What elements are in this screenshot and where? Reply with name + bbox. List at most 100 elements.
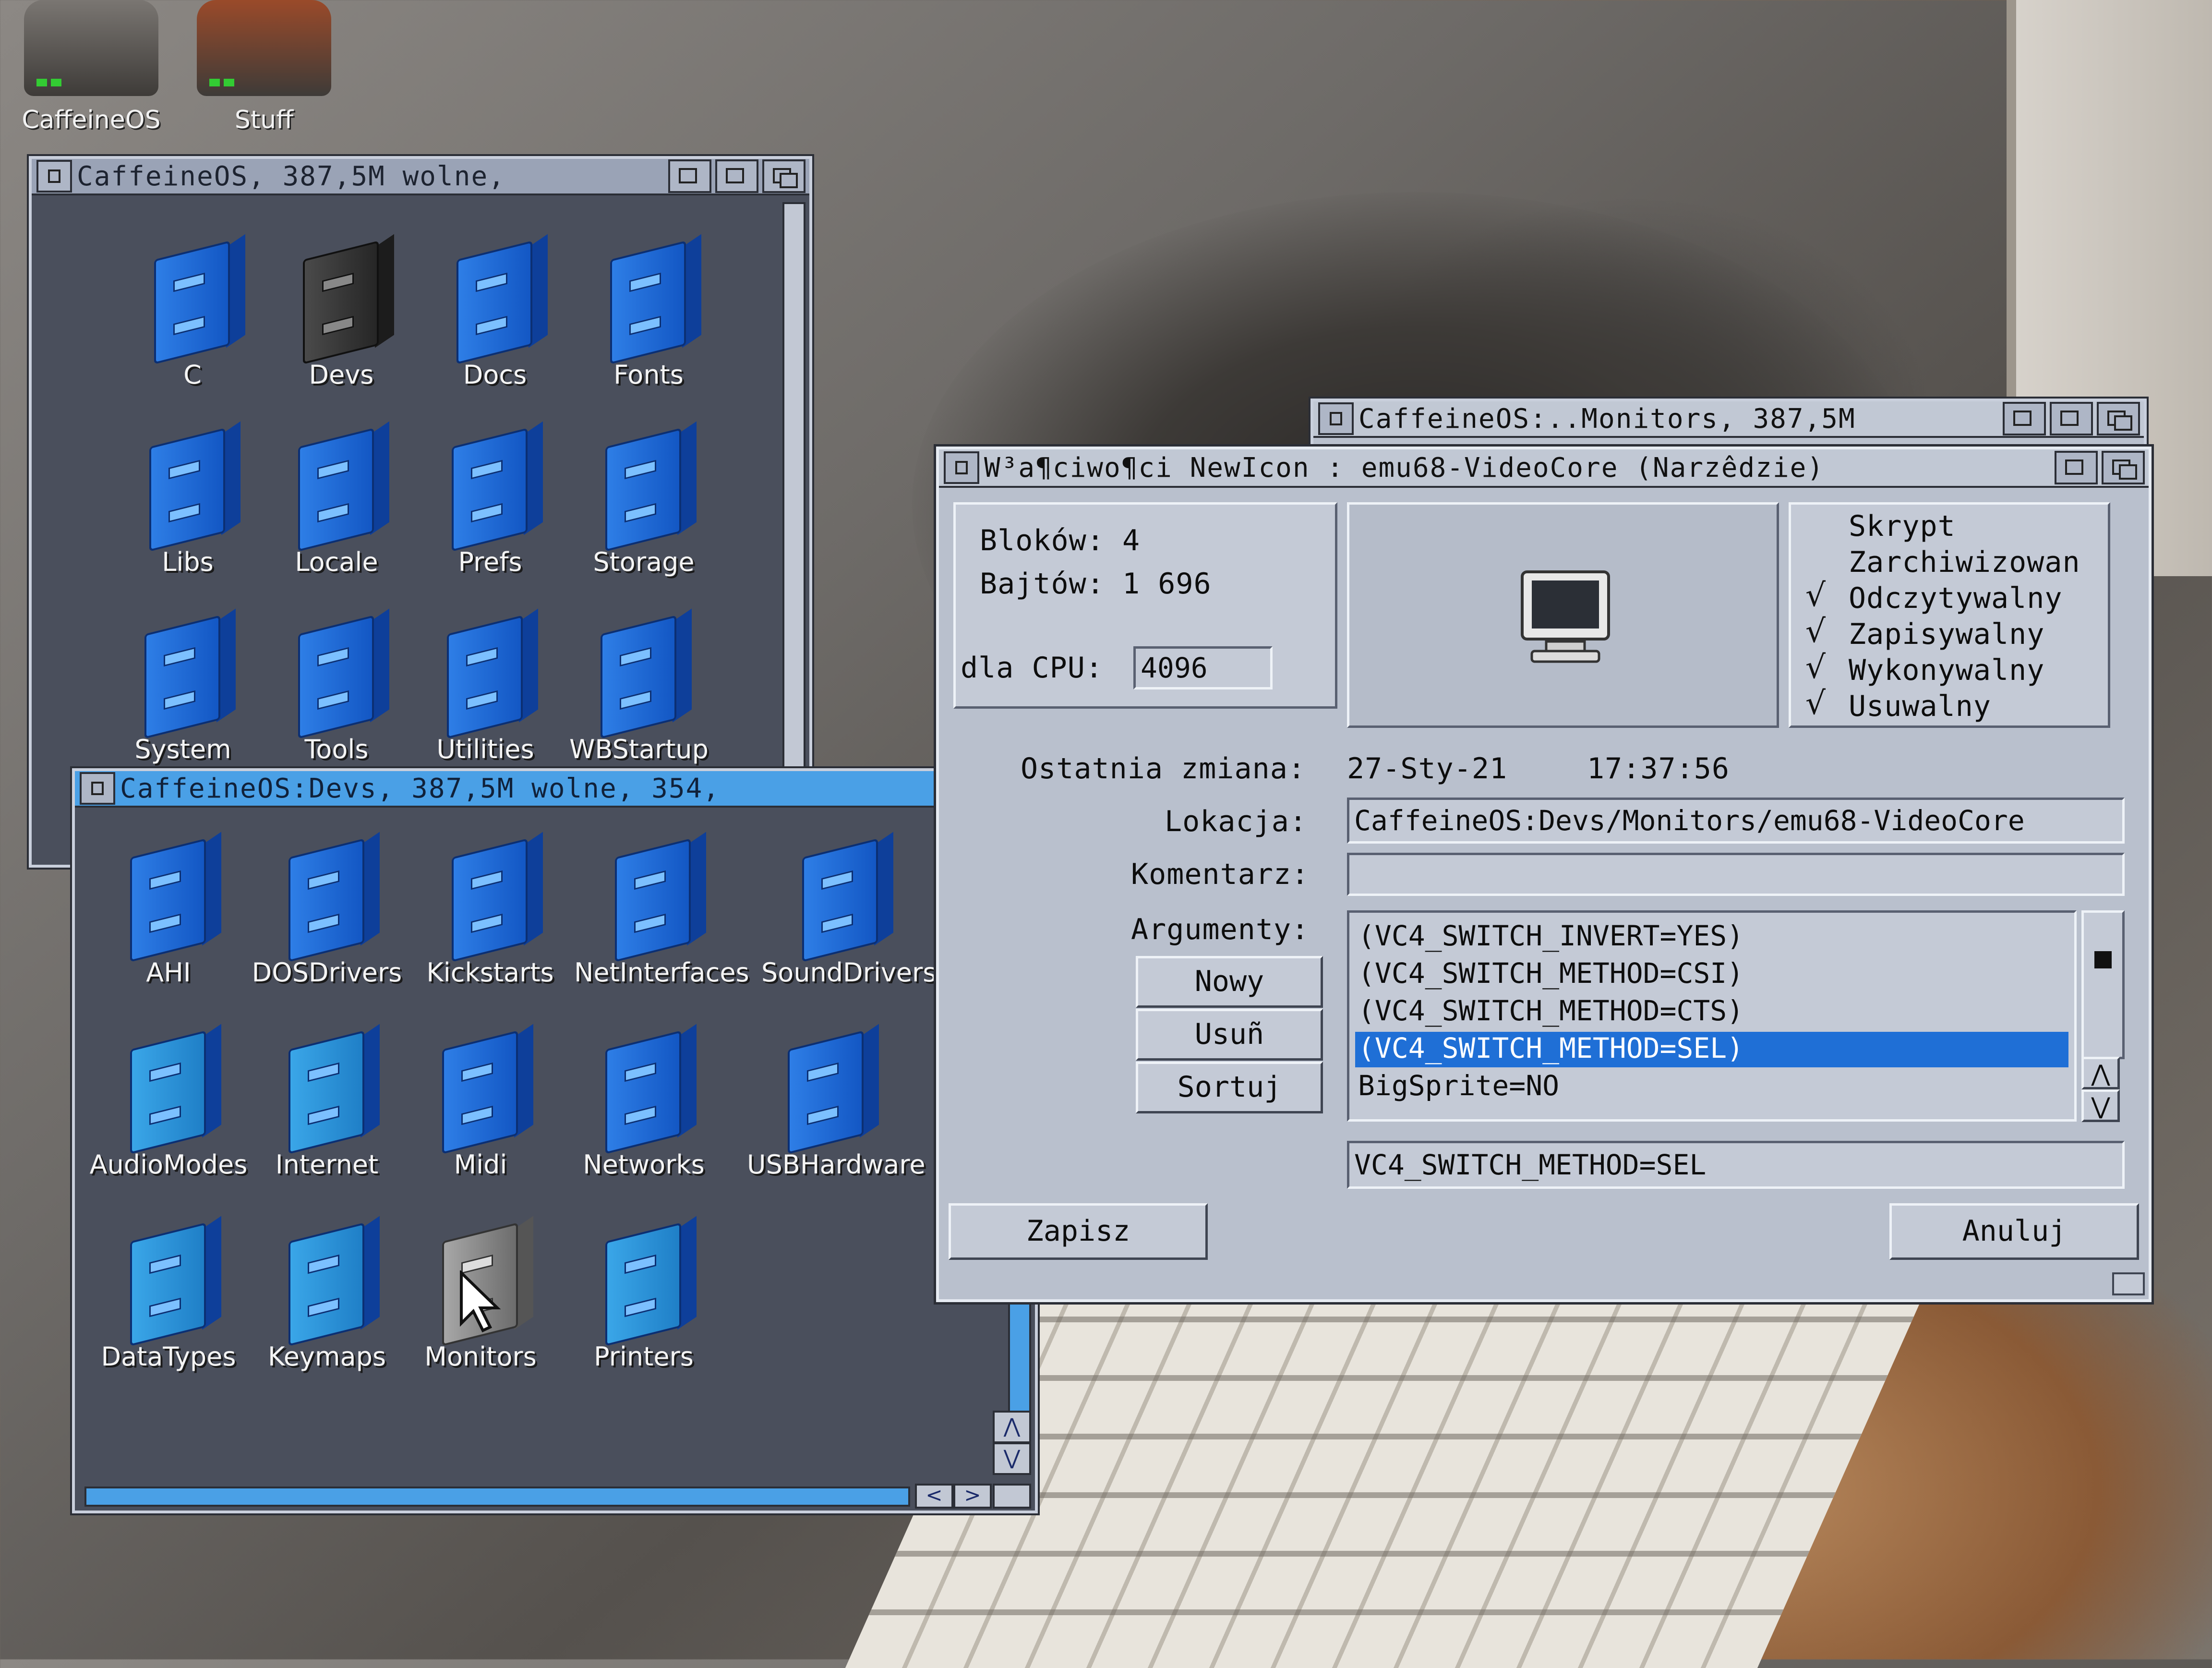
icon-label: Monitors — [424, 1342, 537, 1372]
close-gadget-icon[interactable] — [80, 772, 115, 805]
drawer-icon — [778, 1024, 879, 1154]
cancel-button[interactable]: Anuluj — [1889, 1203, 2139, 1260]
icon-locale[interactable]: Locale — [257, 421, 416, 577]
icon-usbhardware[interactable]: USBHardware — [747, 1024, 926, 1180]
monitor-icon — [1521, 570, 1610, 663]
list-item[interactable]: BigSprite=NO — [1355, 1069, 2068, 1105]
drawer-icon — [289, 608, 389, 739]
list-item-selected[interactable]: (VC4_SWITCH_METHOD=SEL) — [1355, 1032, 2068, 1067]
icon-midi[interactable]: Midi — [401, 1024, 560, 1180]
window-caffeineos-root[interactable]: CaffeineOS, 387,5M wolne, C Devs Docs Fo… — [29, 156, 812, 868]
icon-networks[interactable]: Networks — [565, 1024, 723, 1180]
icon-libs[interactable]: Libs — [108, 421, 267, 577]
window-titlebar[interactable]: CaffeineOS:..Monitors, 387,5M — [1313, 401, 2144, 438]
cpu-label: dla CPU: — [961, 651, 1103, 685]
flag-script[interactable]: Skrypt — [1849, 509, 1956, 543]
icon-label: Devs — [309, 360, 374, 390]
close-gadget-icon[interactable] — [1318, 402, 1354, 435]
iconify-gadget-icon[interactable] — [2003, 402, 2046, 435]
new-argument-button[interactable]: Nowy — [1136, 956, 1323, 1008]
resize-gadget-icon[interactable] — [2112, 1272, 2145, 1295]
flag-readable[interactable]: Odczytywalny — [1849, 581, 2062, 615]
icon-label: Locale — [295, 547, 378, 577]
arguments-list[interactable]: (VC4_SWITCH_INVERT=YES) (VC4_SWITCH_METH… — [1347, 910, 2077, 1122]
sort-arguments-button[interactable]: Sortuj — [1136, 1062, 1323, 1113]
modified-date: 27-Sty-21 — [1347, 752, 1508, 786]
save-button[interactable]: Zapisz — [949, 1203, 1208, 1260]
scroll-right-button[interactable]: > — [953, 1484, 992, 1509]
remove-argument-button[interactable]: Usuñ — [1136, 1009, 1323, 1061]
zoom-gadget-icon[interactable] — [2055, 451, 2098, 484]
icon-system[interactable]: System — [104, 608, 262, 764]
icon-fonts[interactable]: Fonts — [569, 234, 728, 390]
disk-caffeineos[interactable]: CaffeineOS — [19, 0, 163, 134]
icon-kickstarts[interactable]: Kickstarts — [411, 832, 569, 988]
icon-internet[interactable]: Internet — [248, 1024, 406, 1180]
argument-edit-input[interactable]: VC4_SWITCH_METHOD=SEL — [1347, 1141, 2125, 1189]
list-scroll-up-button[interactable]: ⋀ — [2081, 1057, 2120, 1089]
icon-label: System — [134, 734, 231, 764]
dialog-titlebar[interactable]: W³a¶ciwo¶ci NewIcon : emu68-VideoCore (N… — [939, 449, 2149, 488]
icon-label: WBStartup — [569, 734, 709, 764]
window-titlebar[interactable]: CaffeineOS:Devs, 387,5M wolne, 354, — [75, 771, 1035, 808]
flag-deletable[interactable]: Usuwalny — [1849, 689, 1991, 723]
window-devs[interactable]: CaffeineOS:Devs, 387,5M wolne, 354, ⋀ ⋁ … — [72, 768, 1038, 1513]
resize-gadget-icon[interactable] — [993, 1484, 1031, 1509]
cpu-stack-input[interactable]: 4096 — [1133, 646, 1273, 689]
protection-flags-panel: Skrypt Zarchiwizowan √ Odczytywalny √ Za… — [1789, 502, 2110, 728]
check-mark-icon: √ — [1805, 577, 1826, 614]
icon-ahi[interactable]: AHI — [89, 832, 248, 988]
scroll-left-button[interactable]: < — [915, 1484, 953, 1509]
drawer-icon — [601, 234, 701, 364]
depth-gadget-icon[interactable] — [2097, 402, 2140, 435]
close-gadget-icon[interactable] — [944, 451, 979, 484]
icon-prefs[interactable]: Prefs — [411, 421, 569, 577]
check-mark-icon: √ — [1805, 685, 1826, 722]
icon-netinterfaces[interactable]: NetInterfaces — [574, 832, 749, 988]
icon-sounddrivers[interactable]: SoundDrivers — [761, 832, 936, 988]
icon-wbstartup[interactable]: WBStartup — [560, 608, 718, 764]
icon-docs[interactable]: Docs — [416, 234, 574, 390]
scroll-up-button[interactable]: ⋀ — [993, 1411, 1031, 1443]
icon-preview-panel[interactable] — [1347, 502, 1779, 728]
icon-utilities[interactable]: Utilities — [406, 608, 565, 764]
depth-gadget-icon[interactable] — [2102, 451, 2145, 484]
icon-information-dialog[interactable]: W³a¶ciwo¶ci NewIcon : emu68-VideoCore (N… — [936, 447, 2152, 1302]
flag-archived[interactable]: Zarchiwizowan — [1849, 545, 2080, 579]
drawer-icon — [120, 832, 221, 962]
list-item[interactable]: (VC4_SWITCH_METHOD=CSI) — [1355, 957, 2068, 992]
icon-devs[interactable]: Devs — [262, 234, 421, 390]
icon-label: AudioModes — [89, 1149, 248, 1180]
scroll-down-button[interactable]: ⋁ — [993, 1442, 1031, 1475]
flag-executable[interactable]: Wykonywalny — [1849, 653, 2044, 687]
list-item[interactable]: (VC4_SWITCH_METHOD=CTS) — [1355, 994, 2068, 1030]
icon-c[interactable]: C — [113, 234, 272, 390]
icon-audiomodes[interactable]: AudioModes — [89, 1024, 248, 1180]
scroll-knob[interactable] — [2094, 951, 2112, 968]
location-label: Lokacja: — [1165, 805, 1307, 838]
disk-label: CaffeineOS — [22, 106, 161, 134]
icon-tools[interactable]: Tools — [257, 608, 416, 764]
iconify-gadget-icon[interactable] — [668, 159, 711, 193]
list-item[interactable]: (VC4_SWITCH_INVERT=YES) — [1355, 919, 2068, 955]
icon-storage[interactable]: Storage — [565, 421, 723, 577]
list-scrollbar[interactable] — [2081, 910, 2125, 1059]
icon-dosdrivers[interactable]: DOSDrivers — [248, 832, 406, 988]
icon-keymaps[interactable]: Keymaps — [248, 1216, 406, 1372]
flag-writable[interactable]: Zapisywalny — [1849, 617, 2044, 651]
zoom-gadget-icon[interactable] — [715, 159, 758, 193]
zoom-gadget-icon[interactable] — [2050, 402, 2093, 435]
disk-stuff[interactable]: Stuff — [192, 0, 336, 134]
disk-label: Stuff — [234, 106, 294, 134]
horizontal-scrollbar[interactable] — [84, 1487, 910, 1507]
comment-input[interactable] — [1347, 853, 2125, 896]
vertical-scrollbar[interactable] — [782, 202, 805, 855]
depth-gadget-icon[interactable] — [762, 159, 805, 193]
close-gadget-icon[interactable] — [36, 160, 72, 193]
icon-datatypes[interactable]: DataTypes — [89, 1216, 248, 1372]
icon-label: Libs — [162, 547, 214, 577]
window-titlebar[interactable]: CaffeineOS, 387,5M wolne, — [32, 159, 809, 195]
icon-printers[interactable]: Printers — [565, 1216, 723, 1372]
icon-label: Keymaps — [267, 1342, 386, 1372]
list-scroll-down-button[interactable]: ⋁ — [2081, 1089, 2120, 1122]
